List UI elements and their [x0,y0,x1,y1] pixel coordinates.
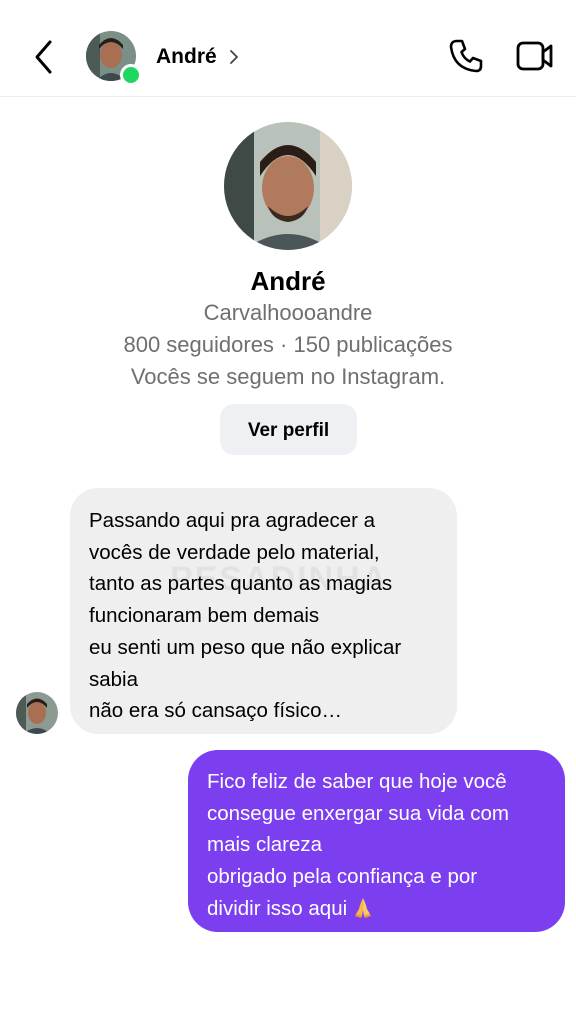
voice-call-button[interactable] [448,38,484,74]
message-line: mais clareza [207,833,323,857]
chevron-right-icon[interactable] [228,48,240,66]
profile-username: Carvalhoooandre [203,300,373,325]
message-line: sabia [89,667,139,691]
watermark: PESADINHA [170,560,389,598]
outgoing-message-bubble[interactable]: Fico feliz de saber que hoje você conseg… [188,750,565,932]
chevron-left-icon [35,40,52,74]
message-line: não era só cansaço físico… [89,699,342,723]
message-line: Fico feliz de saber que hoje você [207,770,507,793]
profile-stats: 800 seguidores · 150 publicações [123,332,453,357]
profile-avatar[interactable] [224,122,352,250]
view-profile-button[interactable]: Ver perfil [220,404,357,455]
message-line: obrigado pela confiança e por [207,865,478,889]
profile-name: André [250,266,326,296]
message-line: consegue enxergar sua vida com [207,801,509,825]
video-call-button[interactable] [516,40,554,72]
phone-icon [449,39,483,73]
video-camera-icon [516,41,553,71]
contact-name[interactable]: André [156,44,217,70]
message-line: Passando aqui pra agradecer a [89,509,376,532]
message-line: eu senti um peso que não explicar [89,635,402,659]
online-status-dot [120,64,142,86]
back-button[interactable] [28,38,62,76]
sender-avatar[interactable] [16,692,58,734]
incoming-message-bubble[interactable]: Passando aqui pra agradecer a vocês de v… [70,488,457,734]
mutual-follow-note: Vocês se seguem no Instagram. [130,364,446,389]
message-line-with-emoji: dividir isso aqui [207,893,547,925]
message-line: funcionaram bem demais [89,604,320,628]
praying-hands-icon [353,896,373,918]
message-line: dividir isso aqui [207,896,348,920]
chat-header: André [0,0,576,97]
